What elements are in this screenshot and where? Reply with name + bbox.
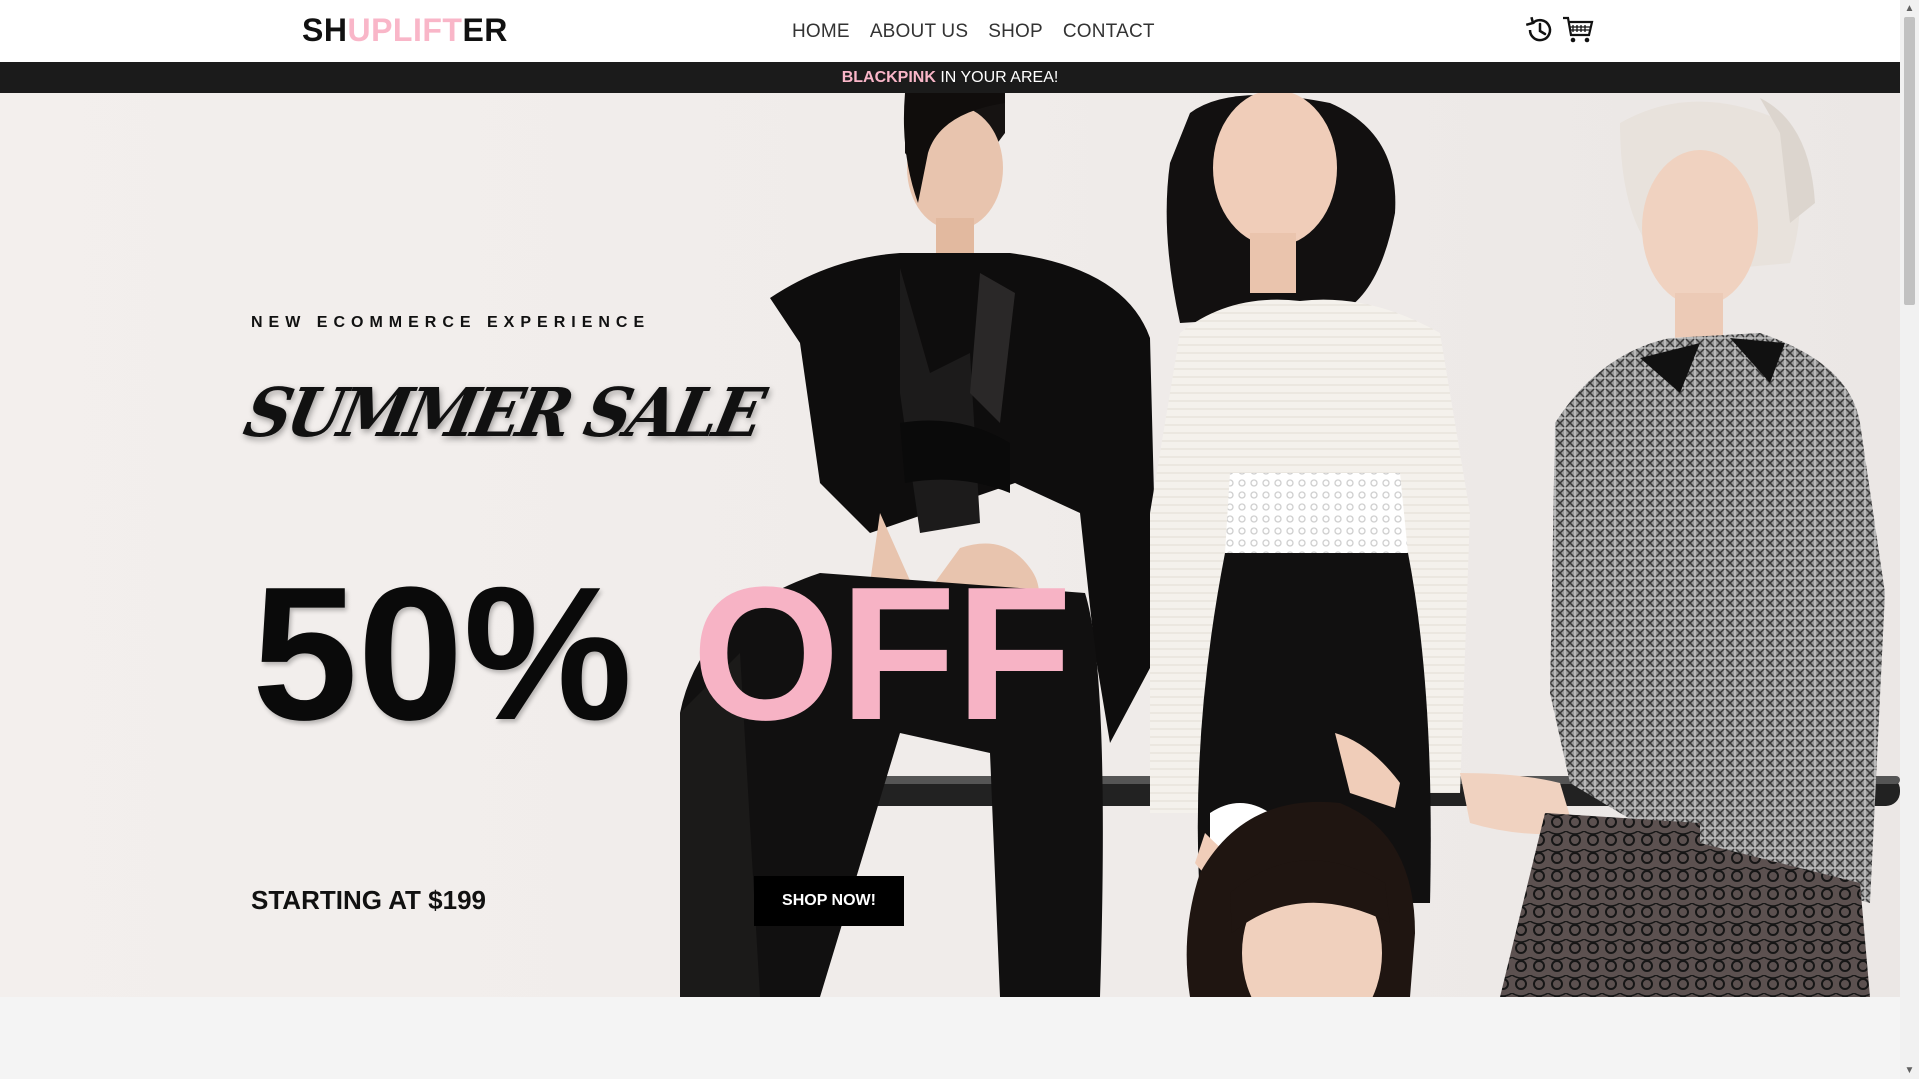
hero-banner: NEW ECOMMERCE EXPERIENCE SUMMER SALE 50%… <box>0 93 1900 997</box>
shop-now-button[interactable]: SHOP NOW! <box>754 876 904 926</box>
hero-starting-price: STARTING AT $199 <box>251 885 487 915</box>
hero-photo <box>680 93 1900 997</box>
announcement-bar: BLACKPINK IN YOUR AREA! <box>0 62 1900 93</box>
scroll-up-icon[interactable]: ▲ <box>1900 0 1919 17</box>
nav-shop[interactable]: SHOP <box>988 21 1043 43</box>
scroll-down-icon[interactable]: ▼ <box>1900 1062 1919 1079</box>
announcement-brand: BLACKPINK <box>841 69 936 86</box>
logo[interactable]: SHUPLIFTER <box>302 12 508 49</box>
hero-headline: SUMMER SALE <box>237 374 768 453</box>
hero-tagline: NEW ECOMMERCE EXPERIENCE <box>251 314 651 331</box>
announcement-text: IN YOUR AREA! <box>935 69 1059 86</box>
hero-discount: 50% <box>252 548 633 760</box>
hero-discount-suffix: OFF <box>692 548 1072 760</box>
page-scrollbar[interactable]: ▲ ▼ <box>1900 0 1919 1079</box>
nav-contact[interactable]: CONTACT <box>1063 21 1155 43</box>
logo-part-2: UPLIFT <box>347 12 463 48</box>
cart-icon[interactable] <box>1562 14 1594 46</box>
main-nav: HOME ABOUT US SHOP CONTACT <box>792 21 1155 43</box>
scroll-thumb[interactable] <box>1904 17 1915 305</box>
logo-part-1: SH <box>302 12 348 48</box>
header-icons <box>1522 14 1594 46</box>
nav-about-us[interactable]: ABOUT US <box>870 21 968 43</box>
logo-part-3: ER <box>462 12 508 48</box>
history-icon[interactable] <box>1522 14 1554 46</box>
site-header: SHUPLIFTER HOME ABOUT US SHOP CONTACT <box>0 0 1900 62</box>
nav-home[interactable]: HOME <box>792 21 850 43</box>
